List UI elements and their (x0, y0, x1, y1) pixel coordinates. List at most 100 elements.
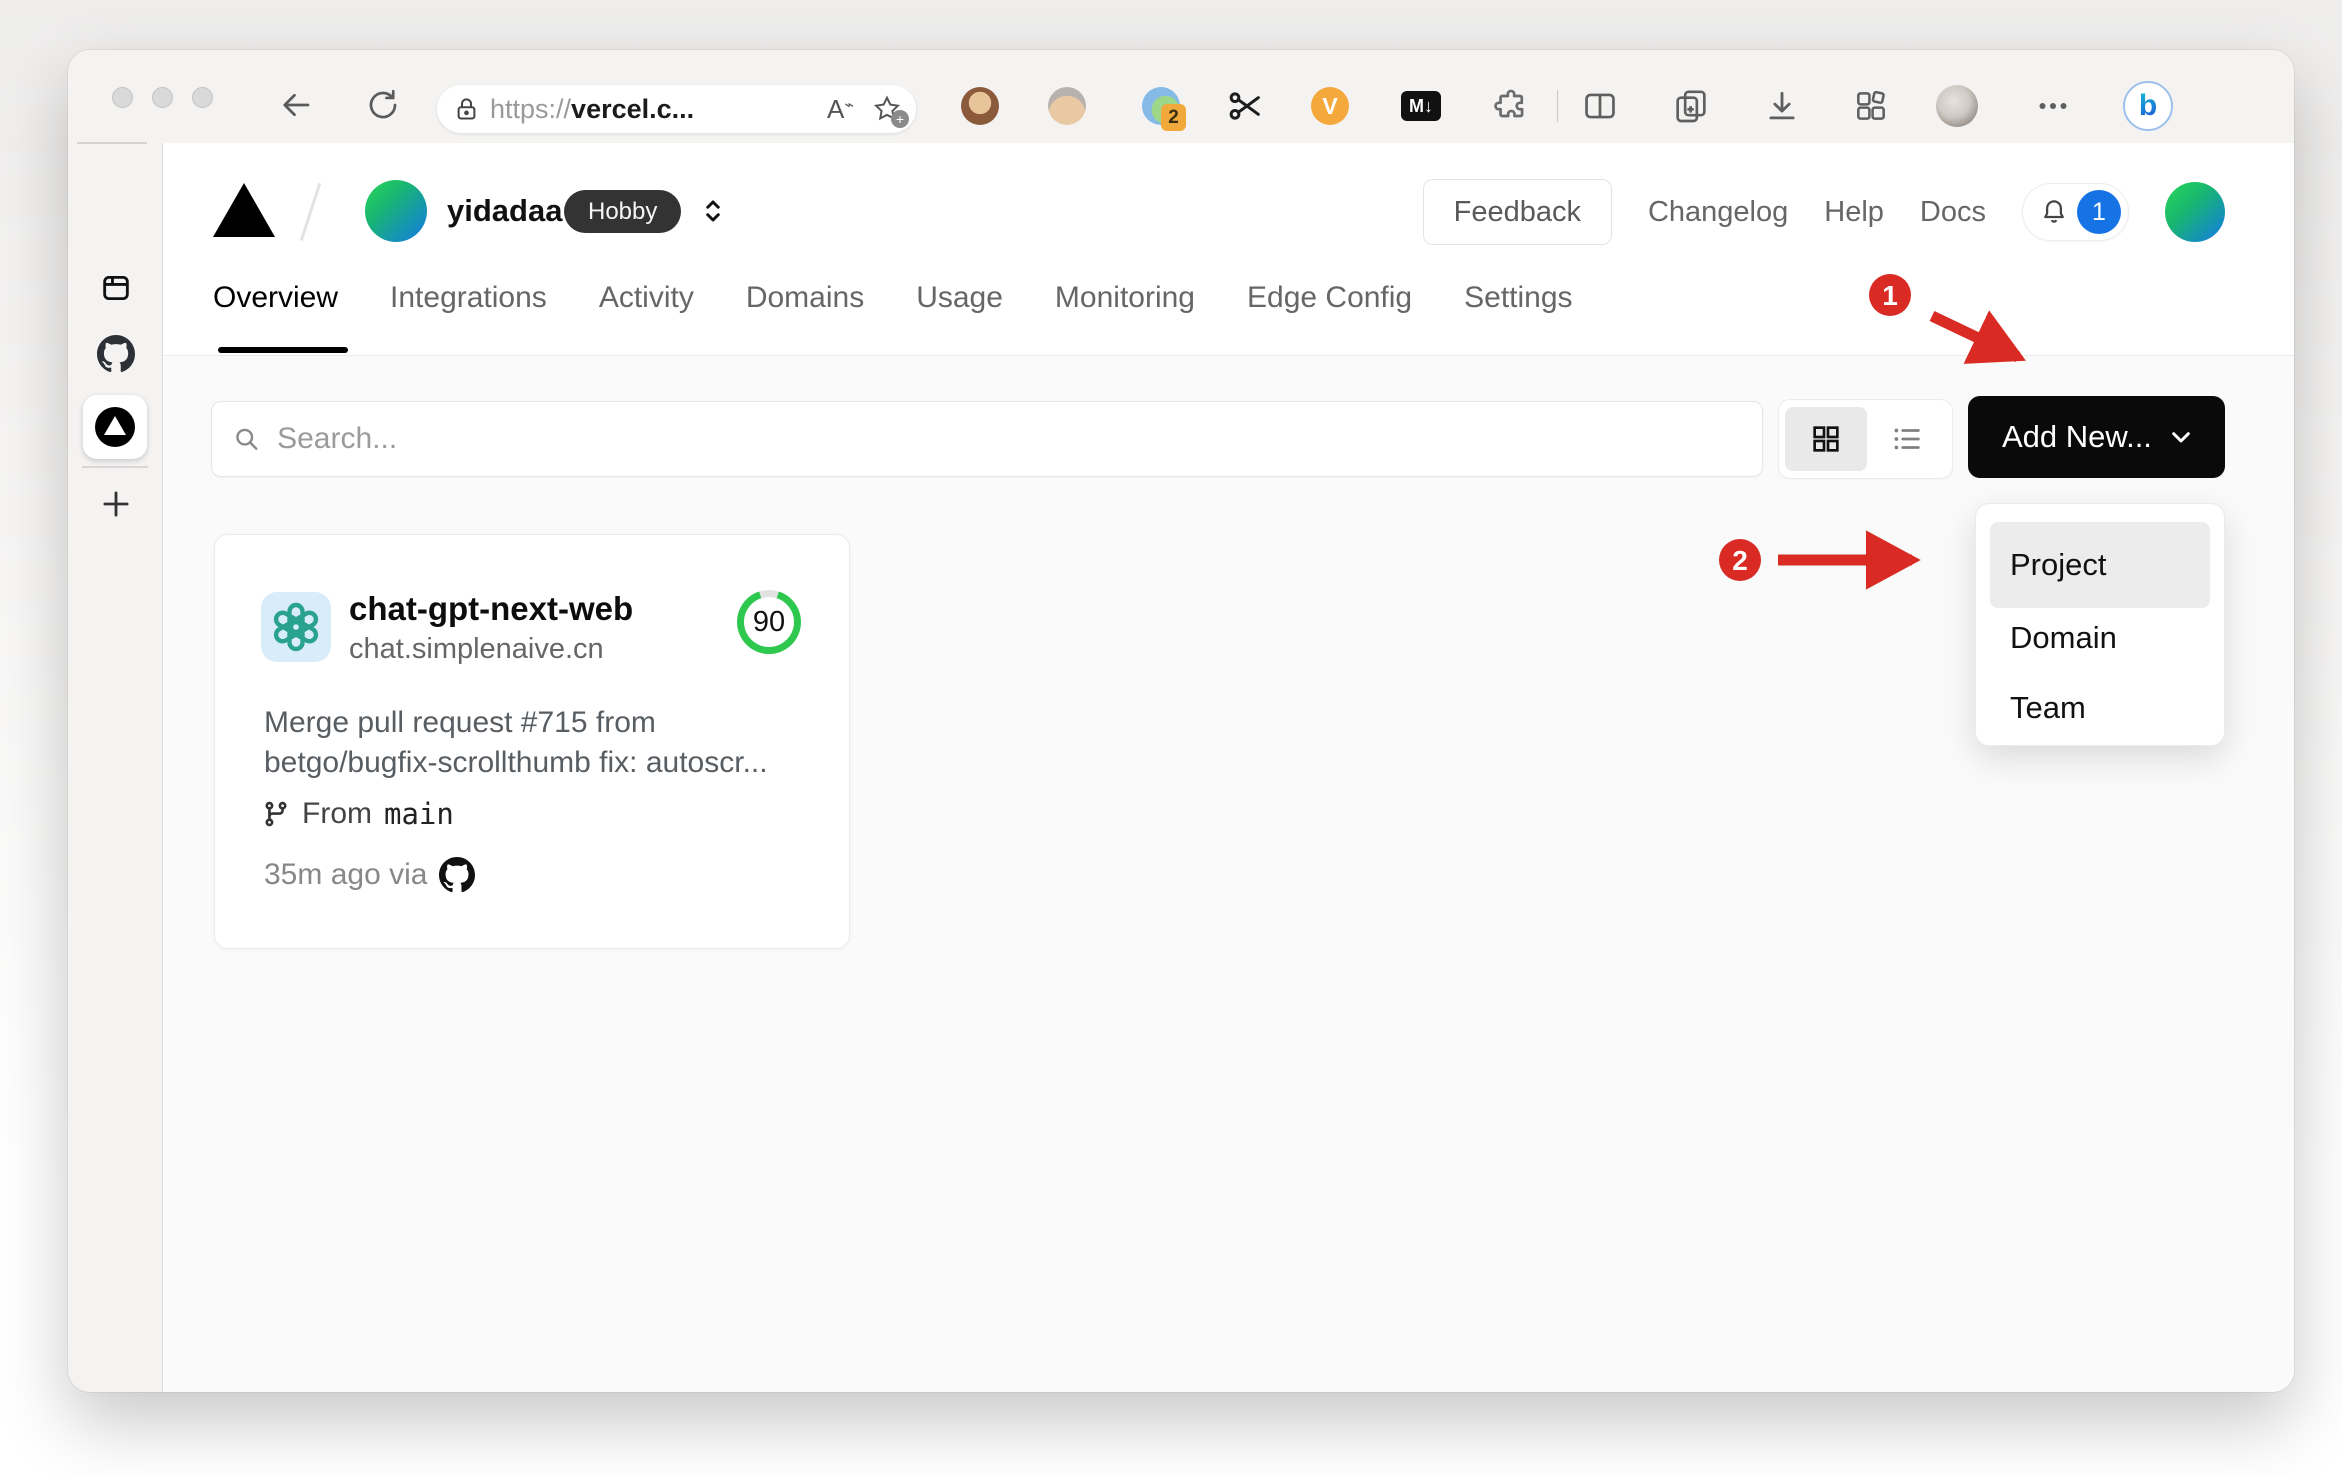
toolbar-divider (1557, 90, 1558, 122)
github-favicon (96, 335, 135, 373)
tab-group-icon: 2 (1142, 87, 1186, 131)
extension-tampermonkey[interactable] (957, 83, 1003, 129)
notifications-button[interactable]: 1 (2022, 183, 2129, 241)
settings-more-button[interactable] (2030, 83, 2076, 129)
split-screen-icon (1585, 93, 1615, 119)
edge-sidebar (68, 142, 163, 1392)
changelog-link[interactable]: Changelog (1648, 196, 1788, 229)
openai-icon (273, 602, 319, 652)
extension-avatar[interactable] (1044, 83, 1090, 129)
traffic-light-zoom[interactable] (192, 87, 213, 108)
chevron-updown-icon (706, 200, 720, 222)
menu-item-project[interactable]: Project (1990, 522, 2210, 608)
list-view-icon (1894, 428, 1920, 450)
bing-icon: b (2123, 81, 2173, 131)
plan-badge: Hobby (564, 190, 682, 233)
project-icon-tile (261, 592, 331, 662)
refresh-button[interactable] (361, 83, 405, 127)
profile-button[interactable] (1934, 83, 1980, 129)
favorites-star-button[interactable]: + (872, 94, 909, 128)
tab-settings[interactable]: Settings (1464, 281, 1572, 325)
tab-usage[interactable]: Usage (916, 281, 1003, 325)
tab-overview[interactable]: Overview (213, 281, 338, 325)
traffic-light-minimize[interactable] (152, 87, 173, 108)
menu-item-team[interactable]: Team (1990, 676, 2210, 740)
granny-icon (1048, 87, 1086, 125)
notification-count-badge: 1 (2077, 190, 2121, 234)
browser-toolbar: https://vercel.c... A ⌁ + 2 V M↓ b (68, 50, 2294, 143)
github-icon (439, 857, 476, 893)
tab-edge-config[interactable]: Edge Config (1247, 281, 1412, 325)
extension-markdown[interactable]: M↓ (1398, 83, 1444, 129)
search-input[interactable] (277, 422, 1742, 456)
git-branch-icon (265, 801, 287, 827)
header-actions: Feedback Changelog Help Docs 1 (1422, 178, 2225, 246)
apps-launcher-button[interactable] (1848, 83, 1894, 129)
url-text: https://vercel.c... (490, 93, 695, 124)
project-domain[interactable]: chat.simplenaive.cn (349, 633, 604, 666)
grid-view-button[interactable] (1785, 407, 1867, 471)
collections-button[interactable] (1668, 83, 1714, 129)
deploy-meta: 35m ago via (264, 857, 476, 893)
team-name[interactable]: yidadaa (447, 193, 562, 229)
vercel-page: yidadaa Hobby Feedback Changelog Help Do… (163, 143, 2294, 1392)
downloads-button[interactable] (1759, 83, 1805, 129)
add-new-label: Add New... (2002, 419, 2152, 454)
tab-vercel-active[interactable] (83, 395, 147, 459)
tab-group-count-badge: 2 (1161, 104, 1186, 131)
back-icon (283, 93, 310, 117)
project-search[interactable] (211, 401, 1763, 477)
project-card[interactable]: chat-gpt-next-web chat.simplenaive.cn 90… (214, 534, 850, 949)
puzzle-icon (1494, 89, 1524, 118)
read-aloud-icon[interactable]: A ⌁ (827, 94, 854, 125)
plus-icon (102, 491, 129, 517)
tab-monitoring[interactable]: Monitoring (1055, 281, 1195, 325)
search-icon (236, 428, 258, 450)
star-plus-badge: + (891, 110, 909, 128)
branch-label: From (302, 797, 372, 830)
help-link[interactable]: Help (1824, 196, 1884, 229)
tab-github[interactable] (68, 335, 163, 373)
feedback-button[interactable]: Feedback (1422, 179, 1612, 245)
bell-icon (2044, 200, 2064, 223)
team-avatar (365, 180, 427, 242)
extension-v[interactable]: V (1307, 83, 1353, 129)
view-toggle (1778, 399, 1953, 479)
dashboard-body: Add New... Project Domain Team (163, 355, 2294, 1392)
extensions-menu-button[interactable] (1488, 83, 1534, 129)
docs-link[interactable]: Docs (1920, 196, 1986, 229)
traffic-light-close[interactable] (112, 87, 133, 108)
extension-clipper[interactable] (1222, 83, 1268, 129)
new-tab-button[interactable] (68, 485, 163, 523)
tab-integrations[interactable]: Integrations (390, 281, 547, 325)
menu-item-domain[interactable]: Domain (1990, 608, 2210, 668)
add-new-menu: Project Domain Team (1975, 503, 2225, 746)
add-new-button[interactable]: Add New... (1968, 396, 2225, 478)
tab-activity[interactable]: Activity (599, 281, 694, 325)
active-tab-indicator (218, 347, 348, 353)
branch-row: From main (262, 797, 454, 831)
vercel-logo[interactable] (213, 183, 275, 237)
ellipsis-icon (2039, 103, 2067, 109)
split-screen-button[interactable] (1577, 83, 1623, 129)
user-avatar[interactable] (2165, 182, 2225, 242)
breadcrumb-slash (299, 183, 322, 241)
refresh-icon (369, 89, 397, 119)
back-button[interactable] (274, 83, 318, 127)
sidebar-divider-2 (82, 466, 148, 468)
grid-view-icon (1813, 426, 1839, 452)
markdown-icon: M↓ (1401, 91, 1441, 121)
team-switcher-button[interactable] (695, 193, 731, 234)
bing-chat-button[interactable]: b (2120, 78, 2176, 134)
screenshot-stage: https://vercel.c... A ⌁ + 2 V M↓ b yidad… (0, 0, 2342, 1476)
list-view-button[interactable] (1867, 422, 1946, 456)
extension-tab-groups[interactable]: 2 (1138, 83, 1186, 131)
browser-window: https://vercel.c... A ⌁ + 2 V M↓ b yidad… (68, 50, 2294, 1392)
tab-domains[interactable]: Domains (746, 281, 864, 325)
collections-add-icon (1676, 90, 1706, 123)
vercel-favicon (95, 407, 135, 447)
project-name[interactable]: chat-gpt-next-web (349, 590, 633, 628)
lighthouse-score: 90 (752, 605, 786, 638)
address-bar[interactable]: https://vercel.c... A ⌁ + (437, 85, 916, 133)
tab-actions-button[interactable] (68, 271, 163, 305)
